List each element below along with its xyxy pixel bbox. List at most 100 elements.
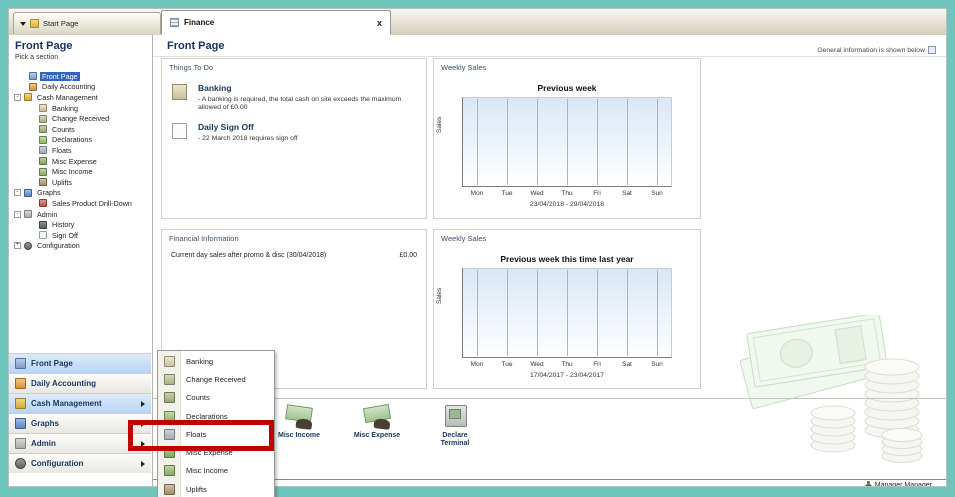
floats-icon xyxy=(39,146,47,154)
submenu-arrow-icon xyxy=(141,461,145,467)
chart-gridline xyxy=(627,270,628,356)
todo-item-detail: - 22 March 2018 requires sign off xyxy=(198,135,420,143)
day-label: Wed xyxy=(522,190,552,197)
tree-expander-icon[interactable]: - xyxy=(14,211,21,218)
shortcut-button[interactable]: Misc Expense xyxy=(339,404,415,440)
tree-item-label: Misc Expense xyxy=(50,157,99,166)
misc-income-icon xyxy=(164,465,175,476)
things-to-do-panel: Things To Do Banking - A banking is requ… xyxy=(161,58,427,219)
money-watermark-image xyxy=(740,315,944,470)
change-received-icon xyxy=(164,374,175,385)
tree-item-label: Floats xyxy=(50,146,74,155)
tree-item[interactable]: Counts xyxy=(9,124,151,135)
chart-gridline xyxy=(507,270,508,356)
chart-x-axis: Mon Tue Wed Thu Fri xyxy=(462,268,672,374)
nav-button-label: Graphs xyxy=(31,419,59,428)
sidebar-title: Front Page xyxy=(9,35,152,53)
change-received-icon xyxy=(39,115,47,123)
menu-item[interactable]: Misc Income xyxy=(158,462,274,480)
menu-item-label: Misc Income xyxy=(186,466,228,475)
tree-item[interactable]: Sales Product Drill-Down xyxy=(9,198,151,209)
tab-start-page[interactable]: Start Page xyxy=(13,12,161,34)
chart-day-column: Sun xyxy=(642,97,672,203)
tree-item[interactable]: Misc Income xyxy=(9,166,151,177)
chart-date-range: 17/04/2017 - 23/04/2017 xyxy=(460,372,674,379)
shortcut-button[interactable]: Declare Terminal xyxy=(431,404,479,449)
menu-item[interactable]: Uplifts xyxy=(158,480,274,497)
tree-expander-icon[interactable]: - xyxy=(14,94,21,101)
tab-close-icon[interactable]: x xyxy=(377,18,382,28)
daily-accounting-icon xyxy=(15,378,26,389)
tree-item[interactable]: Declarations xyxy=(9,135,151,146)
tree-item[interactable]: - Cash Management xyxy=(9,92,151,103)
chart-day-column: Mon xyxy=(462,97,492,203)
uplifts-icon xyxy=(164,484,175,495)
tree-item-label: Front Page xyxy=(40,72,80,81)
cash-management-icon xyxy=(24,93,32,101)
submenu-arrow-icon xyxy=(141,401,145,407)
todo-item[interactable]: Banking - A banking is required, the tot… xyxy=(170,83,420,113)
nav-button[interactable]: Front Page xyxy=(9,353,151,373)
weekly-sales-panel-1: Weekly Sales Previous week Mon Tue Wed xyxy=(433,58,701,219)
tree-item[interactable]: + Configuration xyxy=(9,241,151,252)
sales-product-drill-down-icon xyxy=(39,199,47,207)
tree-item[interactable]: Daily Accounting xyxy=(9,82,151,93)
tree-item[interactable]: Sign Off xyxy=(9,230,151,241)
front-page-icon xyxy=(29,72,37,80)
day-label: Tue xyxy=(492,361,522,368)
chart-gridline xyxy=(477,270,478,356)
tree-item[interactable]: Uplifts xyxy=(9,177,151,188)
tree-item[interactable]: Floats xyxy=(9,145,151,156)
tree-item-label: Uplifts xyxy=(50,178,74,187)
configuration-icon xyxy=(15,458,26,469)
todo-item[interactable]: Daily Sign Off - 22 March 2018 requires … xyxy=(170,122,420,143)
chart-gridline xyxy=(627,99,628,185)
chart-gridline xyxy=(657,270,658,356)
chart-title: Previous week xyxy=(460,83,674,93)
day-label: Wed xyxy=(522,361,552,368)
chart-day-column: Sun xyxy=(642,268,672,374)
tree-item[interactable]: Misc Expense xyxy=(9,156,151,167)
day-label: Thu xyxy=(552,361,582,368)
counts-icon xyxy=(164,392,175,403)
daily-sign-off-icon xyxy=(172,123,187,139)
day-label: Sun xyxy=(642,361,672,368)
tab-dropdown-icon[interactable] xyxy=(20,22,26,26)
nav-button-label: Front Page xyxy=(31,359,73,368)
tree-expander-icon[interactable]: - xyxy=(14,189,21,196)
tree-item[interactable]: - Admin xyxy=(9,209,151,220)
financial-information-title: Financial Information xyxy=(169,234,239,243)
menu-item[interactable]: Counts xyxy=(158,389,274,407)
tree-item[interactable]: Banking xyxy=(9,103,151,114)
tree-item[interactable]: - Graphs xyxy=(9,188,151,199)
chart-day-column: Tue xyxy=(492,97,522,203)
status-user-name: Manager Manager xyxy=(875,482,932,486)
nav-button[interactable]: Cash Management xyxy=(9,393,151,413)
tree-item[interactable]: Front Page xyxy=(9,71,151,82)
chart-gridline xyxy=(567,270,568,356)
tree-expander-icon[interactable]: + xyxy=(14,242,21,249)
configuration-icon xyxy=(24,242,32,250)
counts-icon xyxy=(39,125,47,133)
nav-button-label: Admin xyxy=(31,439,56,448)
info-panel-icon[interactable] xyxy=(928,46,936,54)
day-label: Tue xyxy=(492,190,522,197)
tree-item-label: History xyxy=(50,220,76,229)
tree-item[interactable]: History xyxy=(9,219,151,230)
chart-gridline xyxy=(537,99,538,185)
nav-button[interactable]: Daily Accounting xyxy=(9,373,151,393)
menu-item[interactable]: Banking xyxy=(158,352,274,370)
nav-button-label: Configuration xyxy=(31,459,83,468)
tree-item[interactable]: Change Received xyxy=(9,113,151,124)
chart-day-column: Sat xyxy=(612,268,642,374)
menu-item[interactable]: Change Received xyxy=(158,370,274,388)
general-info-note: General information is shown below xyxy=(817,46,936,54)
tree-item-label: Declarations xyxy=(50,135,94,144)
nav-button[interactable]: Configuration xyxy=(9,453,151,473)
chart-gridline xyxy=(567,99,568,185)
user-icon xyxy=(865,481,872,486)
tab-finance[interactable]: Finance x xyxy=(161,10,391,35)
shortcut-label: Misc Expense xyxy=(339,432,415,440)
chart-day-column: Thu xyxy=(552,97,582,203)
page-title: Front Page xyxy=(167,40,224,52)
